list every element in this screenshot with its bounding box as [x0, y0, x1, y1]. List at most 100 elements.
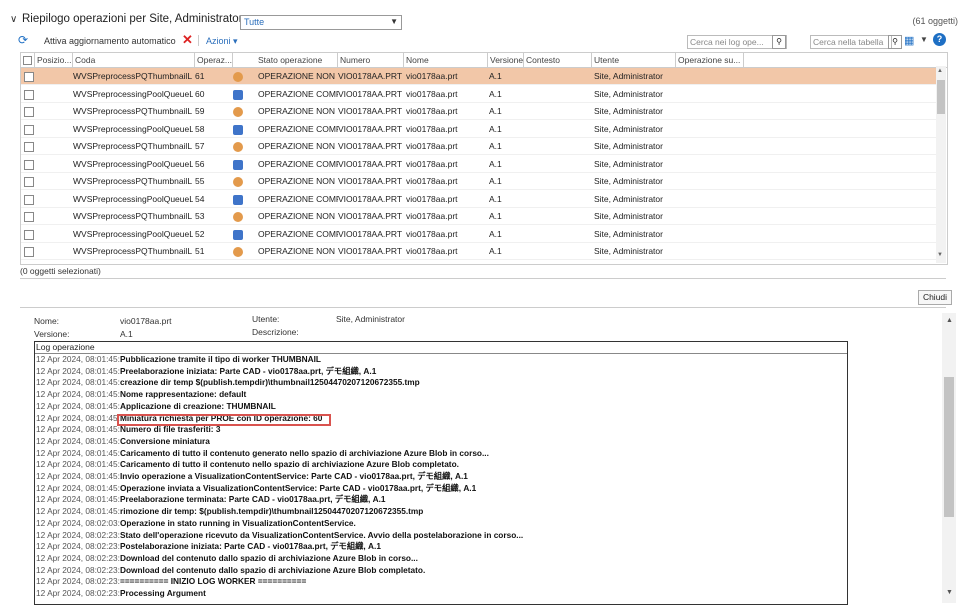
nome-cell: vio0178aa.prt [406, 211, 458, 221]
select-all-column[interactable] [21, 53, 35, 67]
position-cell: 56 [195, 158, 205, 169]
scroll-down-icon[interactable]: ▼ [946, 589, 953, 596]
table-row[interactable]: WVSPreprocessPQThumbnailL 51 OPERAZIONE NO… [21, 243, 937, 260]
chevron-down-icon[interactable]: ▼ [920, 35, 928, 44]
position-cell: 55 [195, 176, 205, 186]
row-checkbox[interactable] [24, 177, 34, 187]
log-line: 12 Apr 2024, 08:01:45:Preelaborazione te… [36, 494, 386, 505]
table-row[interactable]: WVSPreprocessingPoolQueueL 56 OPERAZIONE C… [21, 156, 937, 173]
panel-title: Riepilogo operazioni per Site, Administr… [22, 13, 243, 25]
table-row[interactable]: WVSPreprocessPQThumbnailL 53 OPERAZIONE NO… [21, 208, 937, 225]
search-table-icon[interactable]: ⚲ [888, 35, 902, 49]
scroll-down-icon[interactable]: ▼ [937, 252, 943, 258]
column-header[interactable]: Utente [592, 53, 676, 67]
table-row[interactable]: WVSPreprocessingPoolQueueL 54 OPERAZIONE C… [21, 191, 937, 208]
collapse-chevron-icon[interactable]: ∨ [10, 14, 17, 25]
columns-icon[interactable]: ▦ [904, 34, 914, 47]
row-checkbox[interactable] [24, 229, 34, 240]
log-line: 12 Apr 2024, 08:02:23:Download del conte… [36, 553, 418, 564]
table-row[interactable]: WVSPreprocessPQThumbnailL 57 OPERAZIONE NO… [21, 138, 937, 155]
row-checkbox[interactable] [24, 142, 34, 152]
nome-cell: vio0178aa.prt [406, 246, 458, 256]
table-row[interactable]: WVSPreprocessingPoolQueueL 52 OPERAZIONE C… [21, 226, 937, 243]
column-header[interactable]: Operazione su... [676, 53, 744, 67]
row-checkbox[interactable] [24, 72, 34, 82]
nome-value: vio0178aa.prt [120, 316, 172, 326]
numero-cell: VIO0178AA.PRT [338, 228, 403, 239]
log-header: Log operazione [35, 342, 847, 354]
row-checkbox[interactable] [24, 124, 34, 135]
auto-refresh-toggle[interactable]: Attiva aggiornamento automatico [44, 36, 176, 46]
clear-icon[interactable]: ✕ [182, 32, 193, 48]
table-row[interactable]: WVSPreprocessingPoolQueueL50 OPERAZIONE C… [21, 261, 937, 266]
search-icon[interactable]: ⚲ [772, 35, 786, 49]
row-checkbox[interactable] [24, 247, 34, 257]
column-header[interactable]: Posizio... [35, 53, 73, 67]
coda-cell: WVSPreprocessPQThumbnailL [73, 246, 193, 256]
filter-value: Tutte [244, 17, 265, 27]
log-timestamp: 12 Apr 2024, 08:01:45: [36, 482, 120, 493]
azioni-menu[interactable]: Azioni ▾ [206, 36, 238, 47]
table-header: Posizio... Coda Operaz... Stato operazio… [21, 53, 947, 68]
coda-cell: WVSPreprocessPQThumbnailL [73, 141, 193, 151]
column-header[interactable]: Contesto [524, 53, 592, 67]
details-scrollbar[interactable]: ▲ ▼ [942, 313, 956, 603]
log-line: 12 Apr 2024, 08:02:03:Operazione in stat… [36, 518, 356, 529]
status-cell: OPERAZIONE COMP [258, 228, 338, 239]
status-cell: OPERAZIONE NON F [258, 246, 338, 256]
column-header[interactable]: Nome [404, 53, 488, 67]
help-icon[interactable]: ? [933, 33, 946, 46]
utente-cell: Site, Administrator [594, 246, 663, 256]
object-count: (61 oggetti) [912, 16, 958, 26]
column-header[interactable]: Stato operazione [256, 53, 338, 67]
numero-cell: VIO0178AA.PRT [338, 246, 403, 256]
refresh-icon[interactable]: ⟳ [18, 33, 28, 47]
column-header[interactable]: Versione [488, 53, 524, 67]
scrollbar-thumb[interactable] [937, 80, 945, 114]
thumbnail-icon [233, 177, 243, 187]
utente-label: Utente: [252, 314, 280, 324]
log-line: 12 Apr 2024, 08:02:23:Download del conte… [36, 565, 425, 576]
table-row[interactable]: WVSPreprocessPQThumbnailL 59 OPERAZIONE NO… [21, 103, 937, 120]
coda-cell: WVSPreprocessPQThumbnailL [73, 106, 193, 116]
column-header[interactable]: Coda [73, 53, 195, 67]
row-checkbox[interactable] [24, 265, 34, 266]
log-message: Invio operazione a VisualizationContentS… [119, 471, 468, 481]
versione-cell: A.1 [489, 193, 502, 204]
search-table-input[interactable]: Cerca nella tabella [810, 35, 892, 49]
log-timestamp: 12 Apr 2024, 08:01:45: [36, 424, 120, 435]
table-scrollbar[interactable]: ▲ ▼ [936, 66, 946, 263]
row-checkbox[interactable] [24, 89, 34, 100]
status-cell: OPERAZIONE NON F [258, 71, 338, 81]
table-row[interactable]: WVSPreprocessPQThumbnailL 61 OPERAZIONE NO… [21, 68, 937, 85]
row-checkbox[interactable] [24, 107, 34, 117]
position-cell: 58 [195, 123, 205, 134]
scroll-up-icon[interactable]: ▲ [946, 317, 953, 324]
row-checkbox[interactable] [24, 212, 34, 222]
thumbnail-icon [233, 247, 243, 257]
versione-cell: A.1 [489, 211, 502, 221]
row-checkbox[interactable] [24, 159, 34, 170]
utente-cell: Site, Administrator [594, 158, 663, 169]
filter-select[interactable]: Tutte ▼ [240, 15, 402, 30]
coda-cell: WVSPreprocessingPoolQueueL [73, 123, 193, 134]
column-header[interactable]: Operaz... [195, 53, 233, 67]
numero-cell: VIO0178AA.PRT [338, 158, 403, 169]
pool-icon [233, 229, 243, 240]
close-button[interactable]: Chiudi [918, 290, 952, 305]
log-timestamp: 12 Apr 2024, 08:01:45: [36, 506, 120, 517]
versione-cell: A.1 [489, 228, 502, 239]
log-timestamp: 12 Apr 2024, 08:02:23: [36, 541, 120, 552]
table-row[interactable]: WVSPreprocessPQThumbnailL 55 OPERAZIONE NO… [21, 173, 937, 190]
scroll-up-icon[interactable]: ▲ [937, 68, 943, 74]
log-message: Processing Argument [119, 588, 206, 598]
status-cell: OPERAZIONE NON F [258, 106, 338, 116]
toolbar-divider [198, 35, 199, 46]
row-checkbox[interactable] [24, 194, 34, 205]
table-row[interactable]: WVSPreprocessingPoolQueueL 60 OPERAZIONE C… [21, 86, 937, 103]
scrollbar-thumb[interactable] [944, 377, 954, 517]
table-row[interactable]: WVSPreprocessingPoolQueueL 58 OPERAZIONE C… [21, 121, 937, 138]
column-header[interactable]: Numero [338, 53, 404, 67]
log-message: Operazione inviata a VisualizationConten… [119, 482, 477, 493]
log-timestamp: 12 Apr 2024, 08:01:45: [36, 412, 120, 423]
